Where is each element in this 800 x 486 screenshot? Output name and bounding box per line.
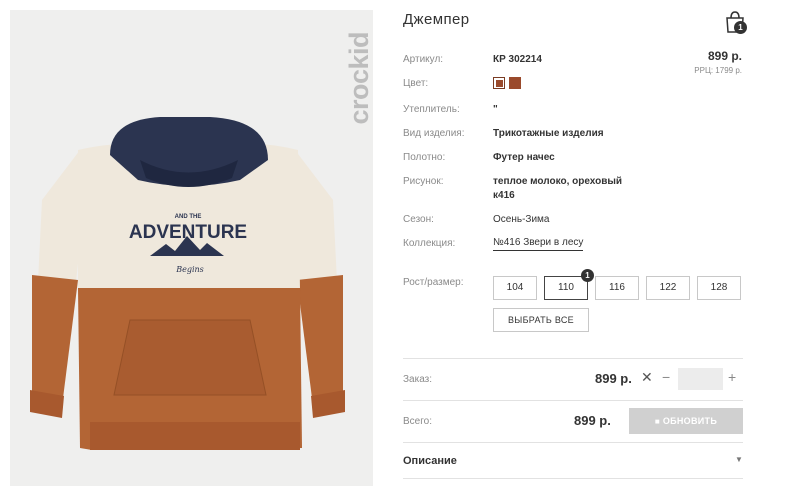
print-text-3: Begins	[175, 265, 204, 274]
collection-label: Коллекция:	[403, 238, 456, 249]
cart-count-badge: 1	[734, 21, 747, 34]
size-option-128[interactable]: 128	[697, 276, 741, 300]
close-icon[interactable]: ✕	[641, 369, 653, 386]
size-option-110[interactable]: 110	[544, 276, 588, 300]
brand-name: crockid	[344, 32, 373, 125]
fabric-value: Футер начес	[493, 152, 555, 163]
divider	[403, 400, 743, 401]
update-button-label: ОБНОВИТЬ	[662, 416, 718, 426]
article-value: КР 302214	[493, 54, 542, 65]
color-swatch[interactable]	[509, 77, 521, 89]
insulation-value: "	[493, 104, 498, 115]
article-label: Артикул:	[403, 54, 444, 65]
collection-link[interactable]: №416 Звери в лесу	[493, 237, 584, 251]
pattern-value-line2: к416	[493, 190, 515, 201]
order-price: 899 р.	[595, 371, 632, 386]
recommended-price: РРЦ: 1799 р.	[694, 66, 742, 75]
type-label: Вид изделия:	[403, 128, 465, 139]
season-value: Осень-Зима	[493, 214, 550, 225]
minus-icon[interactable]: −	[662, 369, 670, 385]
insulation-label: Утеплитель:	[403, 104, 460, 115]
select-all-button[interactable]: ВЫБРАТЬ ВСЕ	[493, 308, 589, 332]
total-price: 899 р.	[574, 413, 611, 428]
color-swatch-selected[interactable]	[493, 77, 505, 89]
size-label: Рост/размер:	[403, 277, 464, 288]
pattern-value-line1: теплое молоко, ореховый	[493, 176, 623, 187]
type-value: Трикотажные изделия	[493, 128, 604, 139]
product-photo[interactable]: AND THE ADVENTURE Begins crockid	[10, 10, 373, 486]
season-label: Сезон:	[403, 214, 434, 225]
divider	[403, 358, 743, 359]
trash-icon: ■	[654, 417, 660, 426]
product-price: 899 р.	[707, 49, 742, 63]
divider	[403, 442, 743, 443]
product-title: Джемпер	[403, 11, 470, 28]
description-toggle[interactable]: Описание	[403, 455, 457, 467]
color-label: Цвет:	[403, 78, 429, 89]
print-text-1: AND THE	[175, 214, 202, 220]
brand-logo: crockid	[340, 32, 373, 167]
pattern-label: Рисунок:	[403, 176, 444, 187]
chevron-down-icon[interactable]: ▼	[735, 455, 743, 464]
size-count-badge: 1	[581, 269, 594, 282]
total-label: Всего:	[403, 416, 432, 427]
order-label: Заказ:	[403, 374, 433, 385]
divider	[403, 478, 743, 479]
plus-icon[interactable]: +	[728, 369, 736, 385]
size-option-122[interactable]: 122	[646, 276, 690, 300]
update-button[interactable]: ■ ОБНОВИТЬ	[629, 408, 743, 434]
size-option-116[interactable]: 116	[595, 276, 639, 300]
quantity-input[interactable]	[678, 368, 723, 390]
hoodie-image: AND THE ADVENTURE Begins	[30, 117, 345, 450]
size-option-104[interactable]: 104	[493, 276, 537, 300]
fabric-label: Полотно:	[403, 152, 446, 163]
